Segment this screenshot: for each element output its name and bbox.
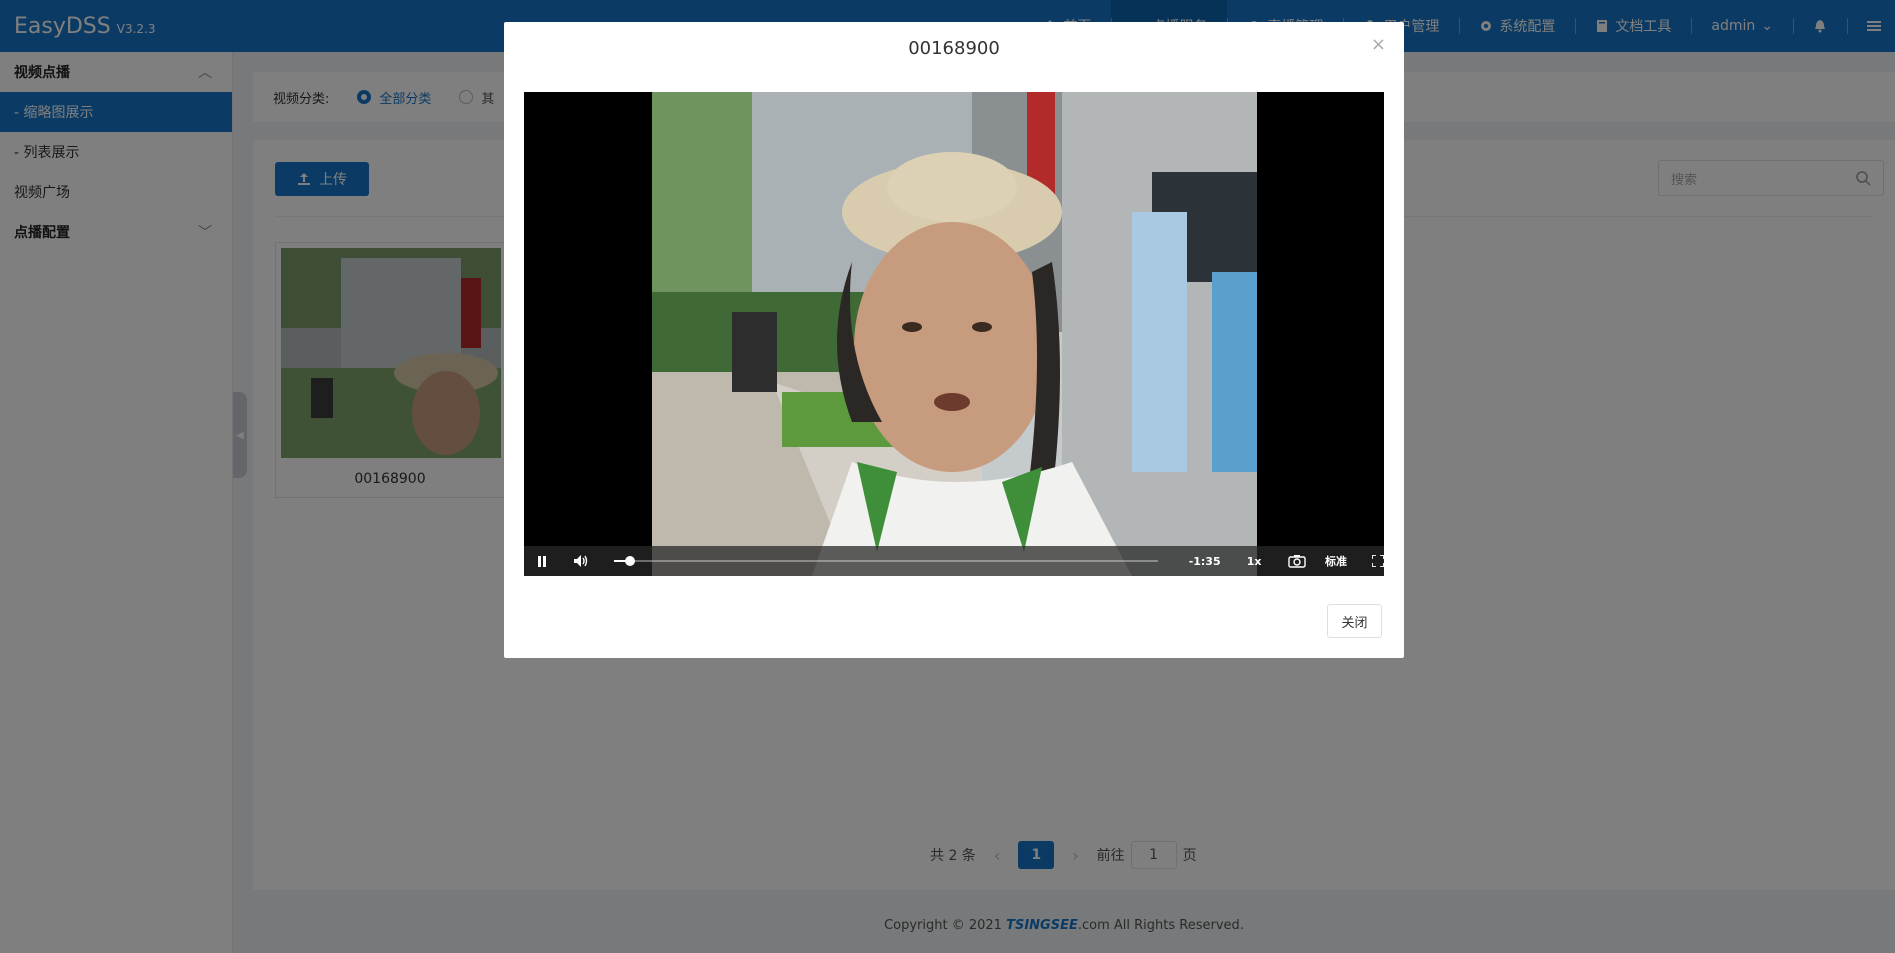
progress-track: [613, 560, 1159, 562]
fullscreen-icon: [1372, 555, 1384, 567]
video-frame[interactable]: [652, 92, 1257, 576]
camera-icon: [1288, 555, 1306, 568]
pause-button[interactable]: [524, 546, 561, 576]
progress-handle[interactable]: [625, 556, 636, 566]
fullscreen-button[interactable]: [1347, 546, 1384, 576]
speed-button[interactable]: 1x: [1221, 546, 1262, 576]
snapshot-button[interactable]: [1261, 546, 1306, 576]
video-player-dialog: 00168900 × -1:35 1x 标准 关闭: [504, 22, 1404, 658]
progress-bar[interactable]: [613, 546, 1159, 576]
video-image: [652, 92, 1257, 576]
pause-icon: [538, 555, 547, 567]
close-button[interactable]: 关闭: [1327, 604, 1382, 638]
close-icon[interactable]: ×: [1371, 34, 1386, 55]
time-remaining: -1:35: [1188, 554, 1221, 568]
volume-icon: [574, 555, 588, 567]
volume-button[interactable]: [561, 546, 602, 576]
quality-button[interactable]: 标准: [1306, 546, 1347, 576]
video-player[interactable]: -1:35 1x 标准: [524, 92, 1384, 576]
player-controls: -1:35 1x 标准: [524, 546, 1384, 576]
dialog-title: 00168900: [908, 38, 1000, 59]
